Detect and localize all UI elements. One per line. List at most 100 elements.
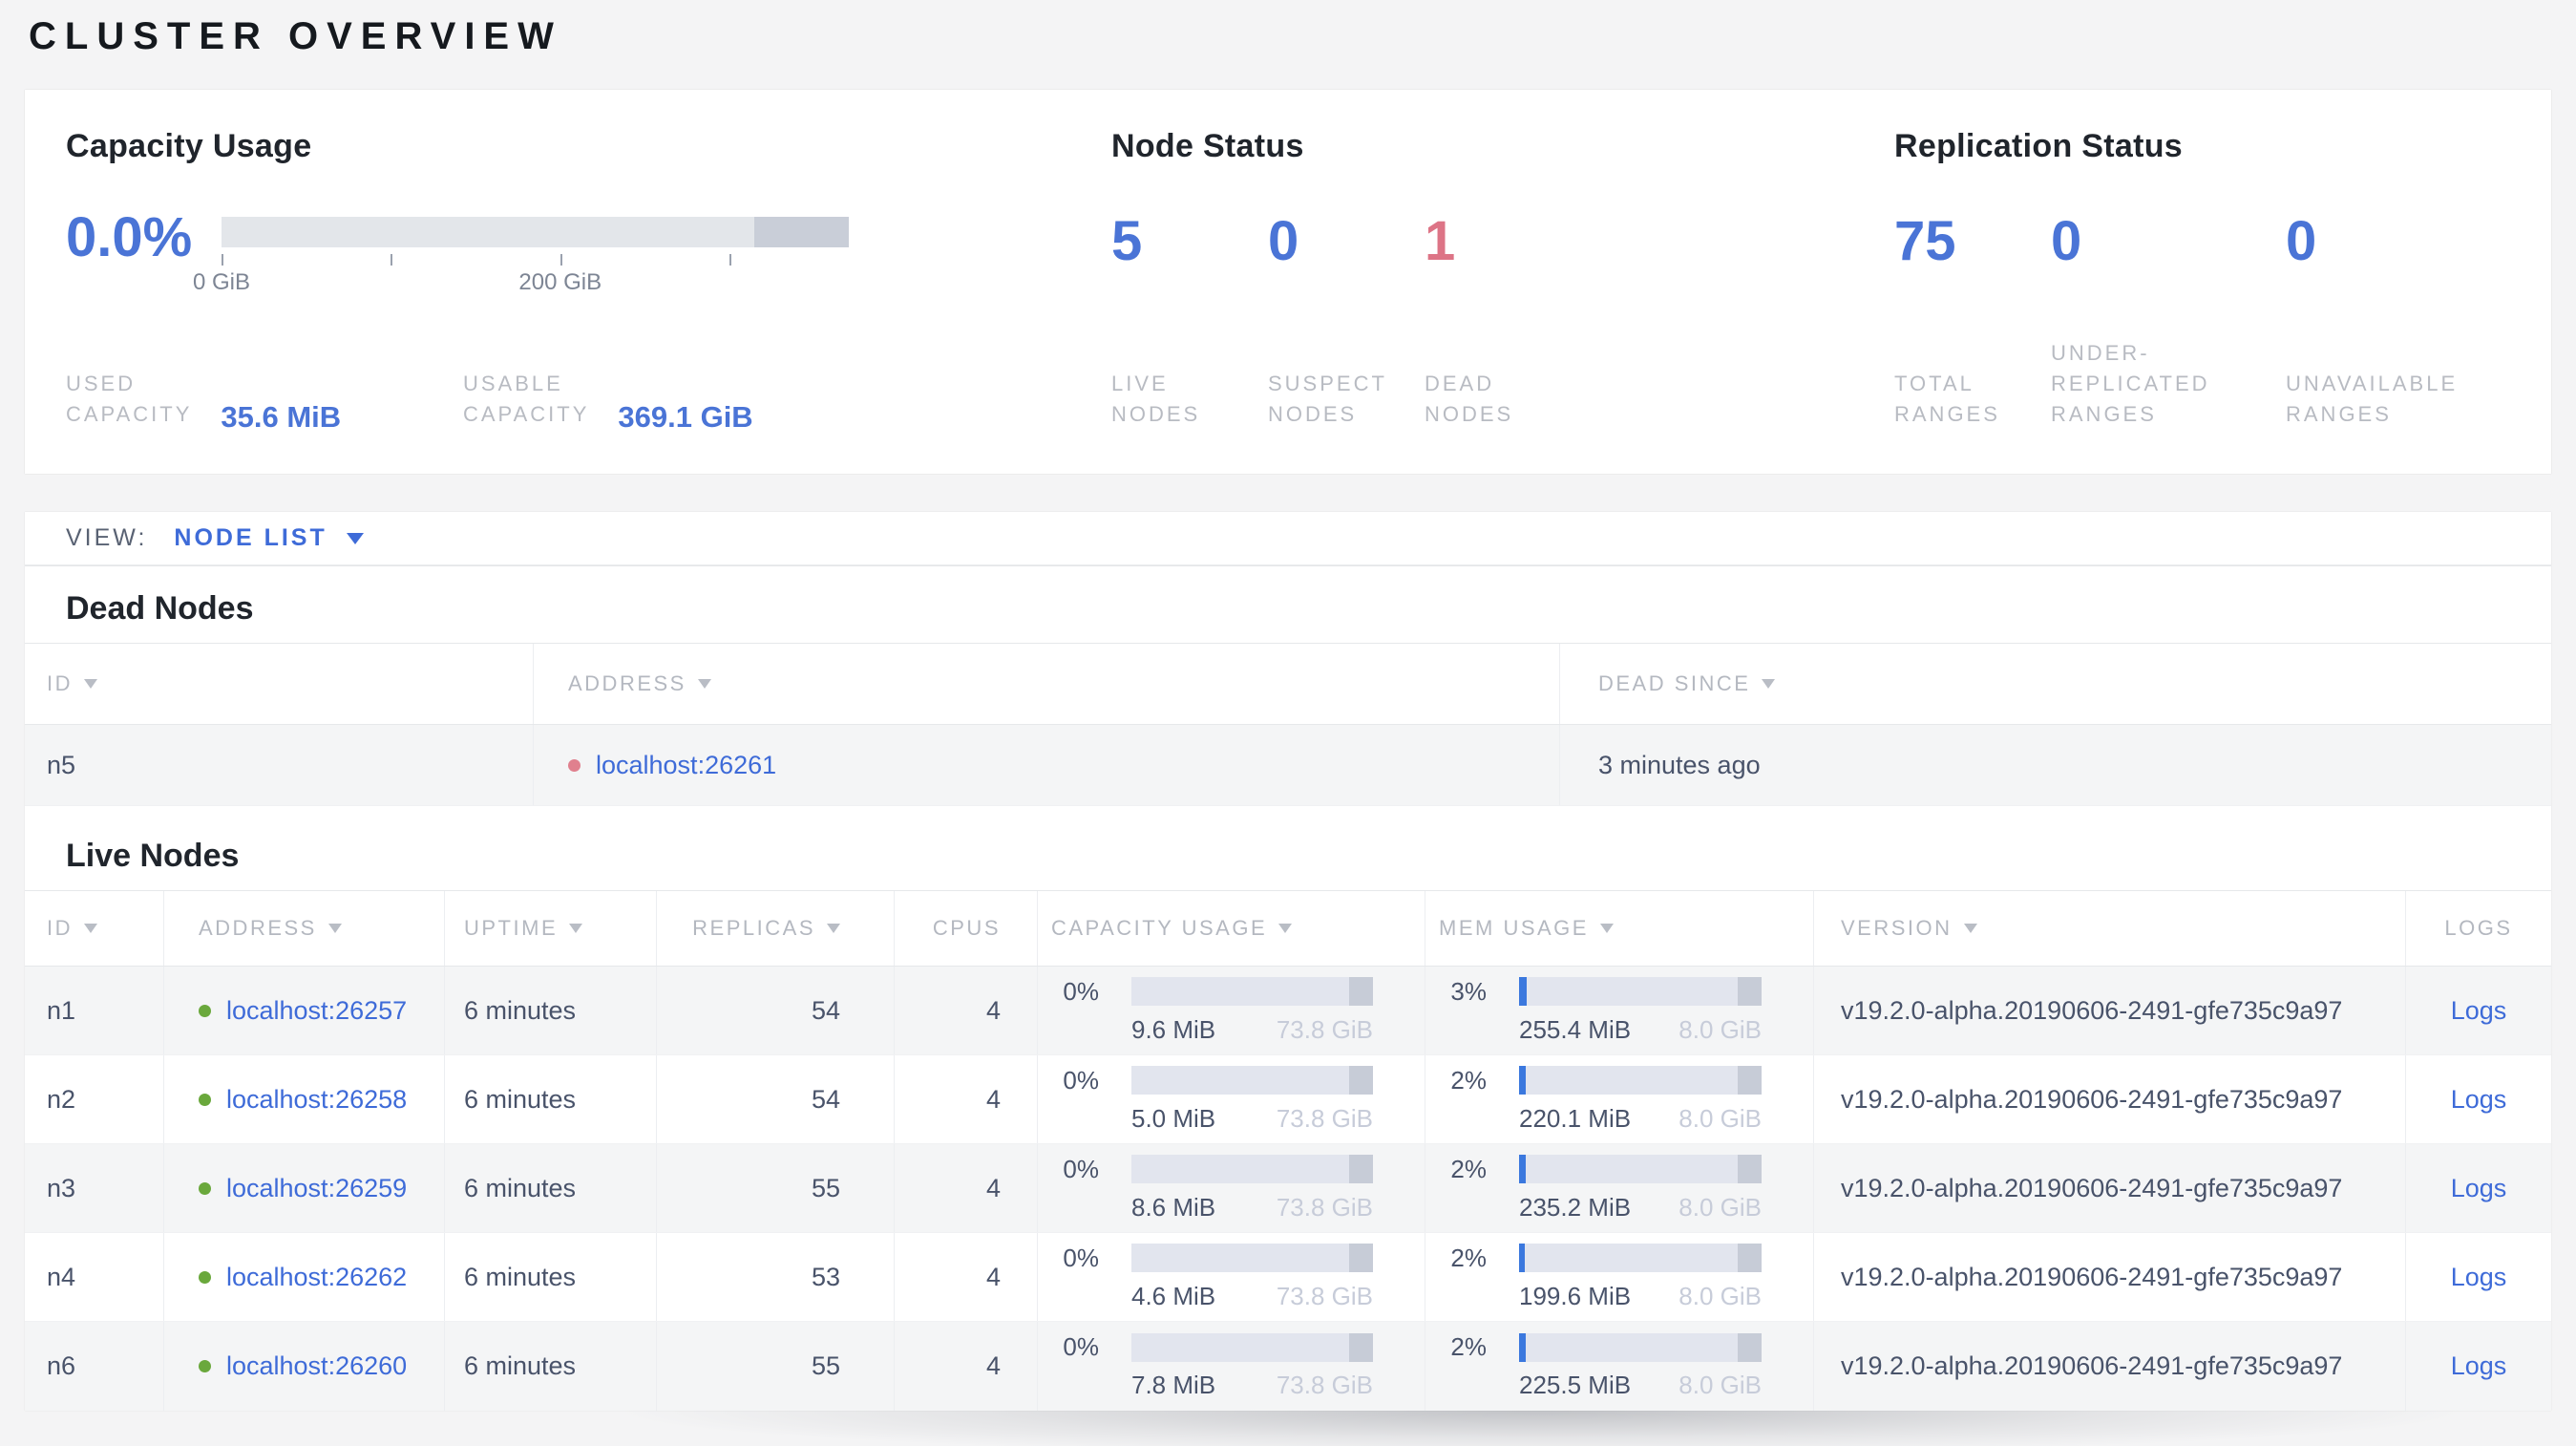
- node-version: v19.2.0-alpha.20190606-2491-gfe735c9a97: [1814, 1144, 2406, 1232]
- node-version: v19.2.0-alpha.20190606-2491-gfe735c9a97: [1814, 1322, 2406, 1411]
- live-col-address[interactable]: ADDRESS: [164, 891, 445, 966]
- page-title: CLUSTER OVERVIEW: [29, 15, 562, 57]
- live-node-row: n4 localhost:26262 6 minutes 53 4 0% 4.6…: [25, 1233, 2551, 1322]
- sort-desc-icon: [84, 924, 97, 933]
- live-nodes-heading: Live Nodes: [66, 838, 240, 874]
- live-col-uptime[interactable]: UPTIME: [445, 891, 657, 966]
- node-logs-link[interactable]: Logs: [2451, 1263, 2507, 1292]
- live-col-cpus: CPUS: [895, 891, 1038, 966]
- live-col-replicas[interactable]: REPLICAS: [657, 891, 895, 966]
- sort-desc-icon: [84, 679, 97, 689]
- capacity-axis-ticks: [222, 252, 849, 267]
- sort-desc-icon: [697, 679, 711, 689]
- live-nodes-count: 5: [1111, 210, 1143, 272]
- dead-nodes-stat: 1 DEAD NODES: [1425, 212, 1615, 430]
- node-cpus: 4: [895, 1055, 1038, 1143]
- node-status-section: Node Status 5 LIVE NODES 0 SUSPECT NODES: [1111, 128, 1894, 430]
- dead-nodes-heading: Dead Nodes: [66, 590, 254, 627]
- node-uptime: 6 minutes: [445, 1055, 657, 1143]
- live-node-row: n6 localhost:26260 6 minutes 55 4 0% 7.8…: [25, 1322, 2551, 1411]
- view-mode-selected: NODE LIST: [174, 524, 327, 551]
- node-id: n4: [25, 1233, 164, 1321]
- dead-node-row: n5 localhost:26261 3 minutes ago: [25, 725, 2551, 806]
- live-status-dot-icon: [199, 1093, 211, 1106]
- live-col-logs: LOGS: [2444, 916, 2513, 940]
- node-address-link[interactable]: localhost:26260: [226, 1351, 407, 1381]
- node-mem-usage: 2% 220.1 MiB 8.0 GiB: [1425, 1055, 1814, 1143]
- dead-status-dot-icon: [568, 758, 581, 772]
- suspect-nodes-stat: 0 SUSPECT NODES: [1268, 212, 1425, 430]
- node-replicas: 54: [657, 967, 895, 1054]
- capacity-axis-labels: 0 GiB 200 GiB: [193, 269, 849, 298]
- node-replicas: 54: [657, 1055, 895, 1143]
- node-uptime: 6 minutes: [445, 1144, 657, 1232]
- live-status-dot-icon: [199, 1360, 211, 1372]
- node-version: v19.2.0-alpha.20190606-2491-gfe735c9a97: [1814, 1055, 2406, 1143]
- live-nodes-stat: 5 LIVE NODES: [1111, 210, 1268, 430]
- dead-col-id[interactable]: ID: [25, 644, 534, 724]
- node-address-cell: localhost:26262: [164, 1233, 445, 1321]
- memory-meter-bar: [1519, 1244, 1762, 1272]
- node-id: n6: [25, 1322, 164, 1411]
- node-mem-usage: 2% 199.6 MiB 8.0 GiB: [1425, 1233, 1814, 1321]
- node-address-link[interactable]: localhost:26262: [226, 1263, 407, 1292]
- live-col-capacity-usage[interactable]: CAPACITY USAGE: [1038, 891, 1425, 966]
- unavailable-ranges-stat: 0 UNAVAILABLE RANGES: [2286, 210, 2505, 430]
- sort-desc-icon: [569, 924, 583, 933]
- sort-desc-icon: [1963, 924, 1977, 933]
- dead-node-address-link[interactable]: localhost:26261: [596, 751, 776, 780]
- view-label: VIEW:: [66, 524, 148, 551]
- node-replicas: 55: [657, 1144, 895, 1232]
- dead-node-address-cell: localhost:26261: [534, 725, 1560, 805]
- node-logs-link[interactable]: Logs: [2451, 1085, 2507, 1115]
- memory-meter-bar: [1519, 1332, 1762, 1362]
- node-cpus: 4: [895, 1322, 1038, 1411]
- total-ranges-stat: 75 TOTAL RANGES: [1894, 212, 2051, 430]
- replication-status-title: Replication Status: [1894, 128, 2184, 164]
- live-col-id[interactable]: ID: [25, 891, 164, 966]
- memory-meter-bar: [1519, 1155, 1762, 1183]
- node-version: v19.2.0-alpha.20190606-2491-gfe735c9a97: [1814, 967, 2406, 1054]
- node-address-link[interactable]: localhost:26257: [226, 996, 407, 1026]
- summary-card: Capacity Usage 0.0% 0 GiB 200 GiB USED C…: [25, 90, 2551, 474]
- unavailable-ranges-count: 0: [2286, 210, 2317, 272]
- live-status-dot-icon: [199, 1181, 211, 1195]
- node-capacity-usage: 0% 9.6 MiB 73.8 GiB: [1038, 967, 1425, 1054]
- node-version: v19.2.0-alpha.20190606-2491-gfe735c9a97: [1814, 1233, 2406, 1321]
- dead-nodes-table-header: ID ADDRESS DEAD SINCE: [25, 643, 2551, 725]
- capacity-usage-section: Capacity Usage 0.0% 0 GiB 200 GiB USED C…: [66, 128, 1111, 434]
- node-cpus: 4: [895, 1233, 1038, 1321]
- usable-capacity-value: 369.1 GiB: [618, 400, 753, 434]
- node-uptime: 6 minutes: [445, 1322, 657, 1411]
- total-ranges-label: TOTAL RANGES: [1894, 372, 2000, 427]
- node-mem-usage: 2% 235.2 MiB 8.0 GiB: [1425, 1144, 1814, 1232]
- view-mode-dropdown[interactable]: NODE LIST: [174, 524, 364, 552]
- node-address-link[interactable]: localhost:26259: [226, 1174, 407, 1203]
- dead-col-address[interactable]: ADDRESS: [534, 644, 1560, 724]
- axis-label-200gib: 200 GiB: [518, 269, 602, 295]
- live-col-version[interactable]: VERSION: [1814, 891, 2406, 966]
- node-logs-link[interactable]: Logs: [2451, 1174, 2507, 1203]
- node-capacity-usage: 0% 5.0 MiB 73.8 GiB: [1038, 1055, 1425, 1143]
- dead-node-dead-since: 3 minutes ago: [1598, 750, 1761, 779]
- capacity-used-percent: 0.0%: [66, 206, 193, 268]
- live-col-mem-usage[interactable]: MEM USAGE: [1425, 891, 1814, 966]
- used-capacity-label: USED CAPACITY: [66, 372, 193, 427]
- memory-meter-bar: [1519, 977, 1762, 1006]
- dead-col-dead-since[interactable]: DEAD SINCE: [1560, 644, 2551, 724]
- node-cpus: 4: [895, 1144, 1038, 1232]
- used-capacity-stat: USED CAPACITY 35.6 MiB: [66, 369, 463, 434]
- capacity-meter-bar: [1131, 1066, 1373, 1095]
- node-cpus: 4: [895, 967, 1038, 1054]
- capacity-meter-bar: [1131, 1155, 1373, 1183]
- dead-node-id: n5: [25, 725, 534, 805]
- node-capacity-usage: 0% 7.8 MiB 73.8 GiB: [1038, 1322, 1425, 1411]
- node-uptime: 6 minutes: [445, 967, 657, 1054]
- node-logs-link[interactable]: Logs: [2451, 996, 2507, 1026]
- cluster-overview-page: CLUSTER OVERVIEW Capacity Usage 0.0% 0 G…: [0, 0, 2576, 1411]
- bottom-shadow: [420, 1411, 2576, 1446]
- under-replicated-ranges-label: UNDER- REPLICATED RANGES: [2051, 341, 2210, 427]
- node-address-link[interactable]: localhost:26258: [226, 1085, 407, 1115]
- axis-label-0gib: 0 GiB: [192, 269, 251, 295]
- node-logs-link[interactable]: Logs: [2451, 1351, 2507, 1381]
